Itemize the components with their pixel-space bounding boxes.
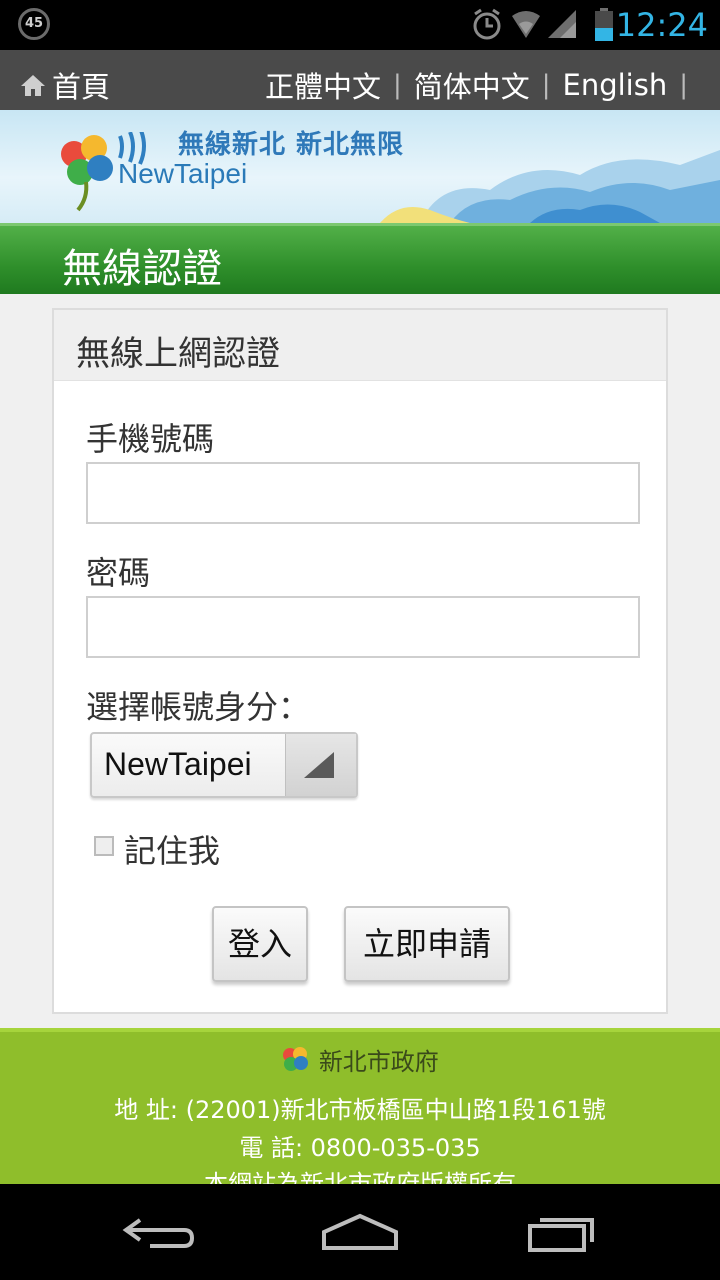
banner-tagline: 無線新北 新北無限 [178,130,405,160]
signal-icon [548,10,576,38]
back-icon[interactable] [120,1212,200,1252]
wifi-icon [512,11,540,38]
password-label: 密碼 [86,554,151,592]
divider: | [392,70,402,100]
top-nav: 首頁 正體中文 | 简体中文 | English | [0,50,720,110]
title-bar: 無線認證 [0,223,720,294]
footer-copyright: 本網站為新北市政府版權所有 [204,1170,516,1184]
banner-brand: NewTaipei [118,158,248,189]
home-icon [21,75,45,96]
system-nav-bar [0,1184,720,1280]
footer: 新北市政府 地 址: (22001)新北市板橋區中山路1段161號 電 話: 0… [0,1028,720,1184]
status-bar: 45 12:24 [0,0,720,50]
panel-header: 無線上網認證 [54,310,666,381]
gov-name: 新北市政府 [318,1048,439,1076]
language-switcher: 正體中文 | 简体中文 | English | [265,64,700,106]
identity-label: 選擇帳號身分： [86,688,311,726]
gov-logo: 新北市政府 [0,1042,720,1077]
map-illustration [380,150,720,223]
select-arrow [285,734,356,796]
clock: 12:24 [615,6,708,44]
page-title: 無線認證 [62,246,222,292]
recent-apps-icon[interactable] [522,1210,602,1254]
header-banner: 無線新北 新北無限 NewTaipei [0,110,720,223]
home-link[interactable]: 首頁 [20,64,110,106]
lang-english[interactable]: English [563,68,668,102]
remember-checkbox[interactable] [94,836,114,856]
notification-badge: 45 [18,8,50,40]
footer-phone: 電 話: 0800-035-035 [239,1134,481,1162]
phone-input[interactable] [86,462,640,524]
panel-title: 無線上網認證 [76,334,280,374]
password-input[interactable] [86,596,640,658]
remember-label: 記住我 [124,832,221,870]
gov-emblem-icon [283,1046,309,1071]
divider: | [541,70,551,100]
home-nav-icon[interactable] [318,1210,402,1252]
divider: | [679,70,688,100]
lang-traditional[interactable]: 正體中文 [265,64,381,106]
battery-icon [595,8,613,41]
login-button[interactable]: 登入 [212,906,308,982]
alarm-icon [473,8,501,40]
identity-selected-value: NewTaipei [104,746,252,782]
login-panel: 無線上網認證 手機號碼 密碼 選擇帳號身分： NewTaipei 記住我 登入 … [52,308,668,1014]
identity-select[interactable]: NewTaipei [90,732,358,798]
phone-label: 手機號碼 [86,420,215,458]
status-icons [473,8,576,40]
dropdown-arrow-icon [304,752,334,778]
footer-address: 地 址: (22001)新北市板橋區中山路1段161號 [114,1096,606,1124]
lang-simplified[interactable]: 简体中文 [414,64,530,106]
home-label: 首頁 [52,70,111,104]
main-content: 無線上網認證 手機號碼 密碼 選擇帳號身分： NewTaipei 記住我 登入 … [0,294,720,1028]
register-button[interactable]: 立即申請 [344,906,510,982]
